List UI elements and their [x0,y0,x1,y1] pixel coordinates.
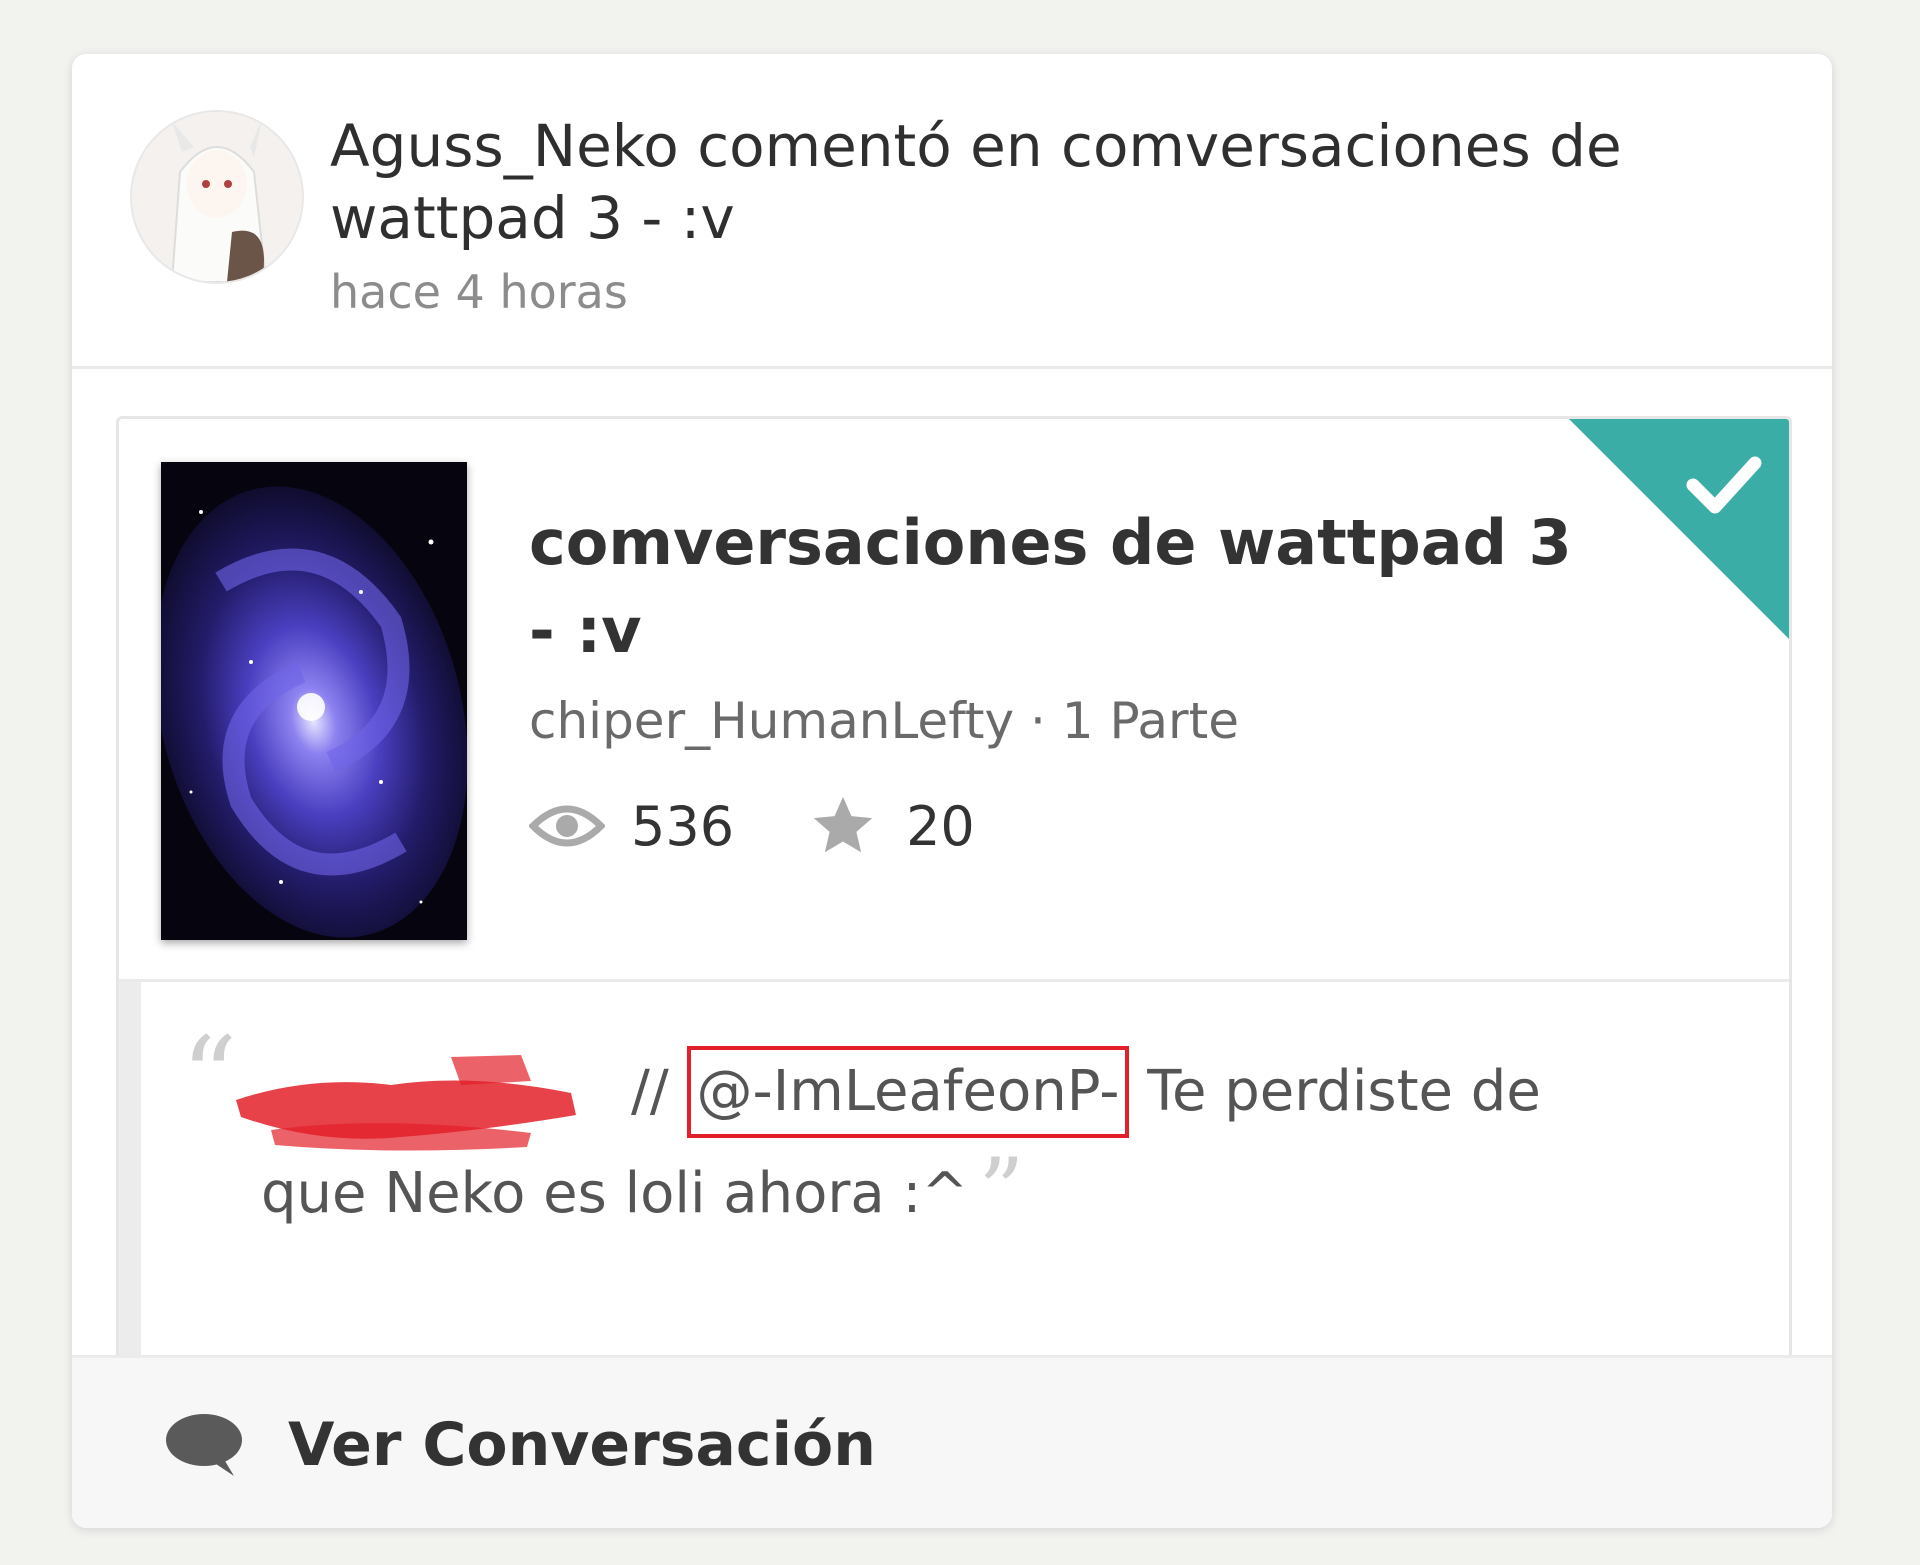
close-quote-icon: ” [978,1139,1025,1244]
in-library-ribbon [1569,419,1789,639]
star-icon [813,796,873,853]
votes-count: 20 [906,794,975,858]
activity-title[interactable]: Aguss_Neko comentó en comversaciones de … [330,110,1730,254]
header-text: Aguss_Neko comentó en comversaciones de … [330,110,1730,320]
reads-count: 536 [631,794,735,858]
comment-quote: “ // @-ImLeafeonP- Te perdiste de que Ne… [119,982,1789,1361]
story-meta: chiper_HumanLefty · 1 Parte [529,692,1239,750]
activity-timestamp: hace 4 horas [330,265,628,319]
activity-card: Aguss_Neko comentó en comversaciones de … [72,54,1832,1528]
avatar-image [132,112,302,282]
view-conversation-button[interactable]: Ver Conversación [164,1410,876,1480]
story-card[interactable]: comversaciones de wattpad 3 - :v chiper_… [116,416,1792,1364]
redaction-scribble [236,1054,576,1151]
eye-icon [529,805,605,847]
speech-bubble-icon [166,1414,242,1476]
card-header: Aguss_Neko comentó en comversaciones de … [72,54,1832,369]
story-summary: comversaciones de wattpad 3 - :v chiper_… [119,419,1789,982]
view-conversation-label: Ver Conversación [288,1410,876,1480]
avatar[interactable] [130,110,304,284]
redacted-mark [236,1054,631,1151]
story-title[interactable]: comversaciones de wattpad 3 - :v [529,499,1579,675]
story-stats: 536 20 [529,791,1579,861]
card-footer: Ver Conversación [72,1355,1832,1528]
open-quote-icon: “ [181,1013,238,1141]
mention-link[interactable]: @-ImLeafeonP- [686,1046,1130,1138]
separator-text: // [631,1059,669,1124]
galaxy-cover-image [161,462,467,940]
comment-text-part1: Te perdiste de [1147,1059,1541,1124]
story-info: comversaciones de wattpad 3 - :v chiper_… [529,499,1579,861]
comment-text-part2: que Neko es loli ahora :^ [261,1161,969,1226]
story-cover[interactable] [161,462,467,940]
reads-stat: 536 [529,795,734,858]
comment-text: // @-ImLeafeonP- Te perdiste de que Neko… [236,1042,1681,1244]
votes-stat: 20 [806,791,975,861]
